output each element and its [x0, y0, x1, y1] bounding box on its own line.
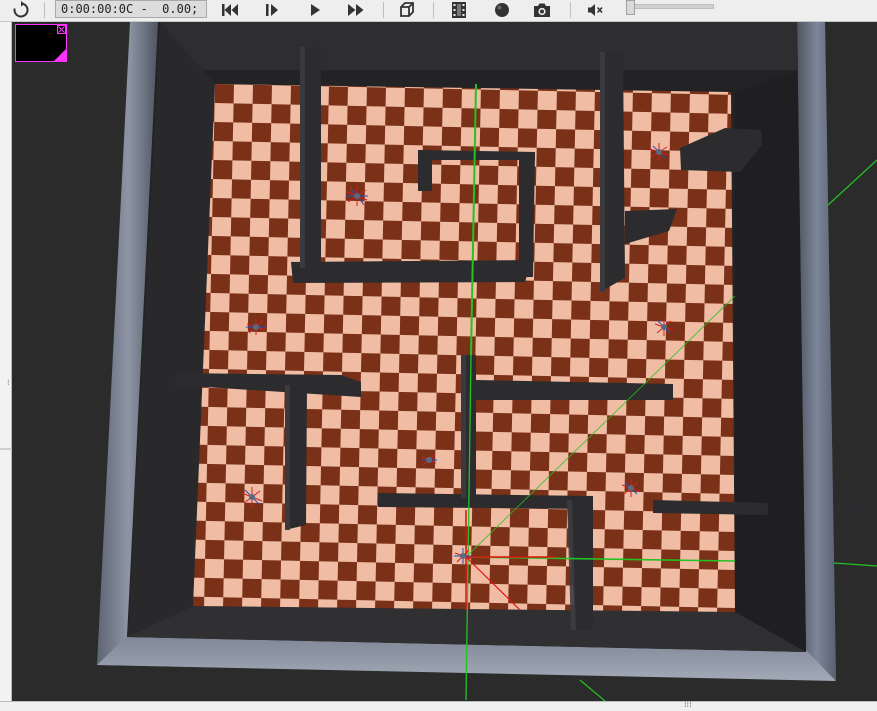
checker-floor [193, 84, 735, 612]
record-movie-button[interactable] [448, 0, 470, 20]
fast-forward-icon [348, 4, 364, 16]
arena-wall-top-face [160, 22, 798, 70]
bottom-dock-strip: ⁞⁞⁞ [0, 701, 877, 711]
arena-wall-right-face [735, 22, 806, 652]
object-icon [400, 2, 414, 17]
resize-grip-icon[interactable]: ⁞⁞⁞ [684, 701, 692, 709]
rewind-button[interactable] [218, 0, 242, 20]
toolbar-separator [433, 2, 434, 18]
sphere-icon [495, 3, 509, 17]
scene-render[interactable] [12, 22, 877, 702]
simulation-toolbar: 0:00:00:0C - 0.00; [0, 0, 877, 22]
resize-handle-icon[interactable] [54, 49, 66, 61]
rewind-icon [222, 4, 238, 16]
camera-icon [534, 3, 550, 17]
film-icon [452, 2, 466, 18]
refresh-icon [13, 1, 29, 18]
slider-handle[interactable] [626, 0, 635, 15]
close-icon[interactable] [57, 25, 66, 34]
step-button[interactable] [261, 0, 283, 20]
fast-forward-button[interactable] [344, 0, 368, 20]
volume-slider[interactable] [626, 0, 714, 18]
left-dock-strip: ⁞ [0, 22, 12, 711]
screenshot-button[interactable] [531, 0, 553, 20]
toolbar-separator [383, 2, 384, 18]
3d-viewport[interactable] [12, 22, 877, 702]
reload-button[interactable] [10, 0, 32, 20]
time-display: 0:00:00:0C - 0.00; [55, 0, 207, 18]
mute-button[interactable] [584, 0, 606, 20]
play-button[interactable] [304, 0, 326, 20]
toolbar-separator [570, 2, 571, 18]
toolbar-separator [44, 2, 45, 18]
camera-overlay[interactable] [15, 24, 67, 62]
render-button[interactable] [491, 0, 513, 20]
volume-muted-icon [588, 4, 603, 16]
add-object-button[interactable] [396, 0, 418, 20]
step-icon [266, 4, 278, 16]
resize-grip-icon[interactable]: ⁞ [7, 379, 10, 387]
dock-divider [0, 448, 12, 450]
slider-track [630, 4, 714, 9]
play-icon [311, 4, 320, 16]
